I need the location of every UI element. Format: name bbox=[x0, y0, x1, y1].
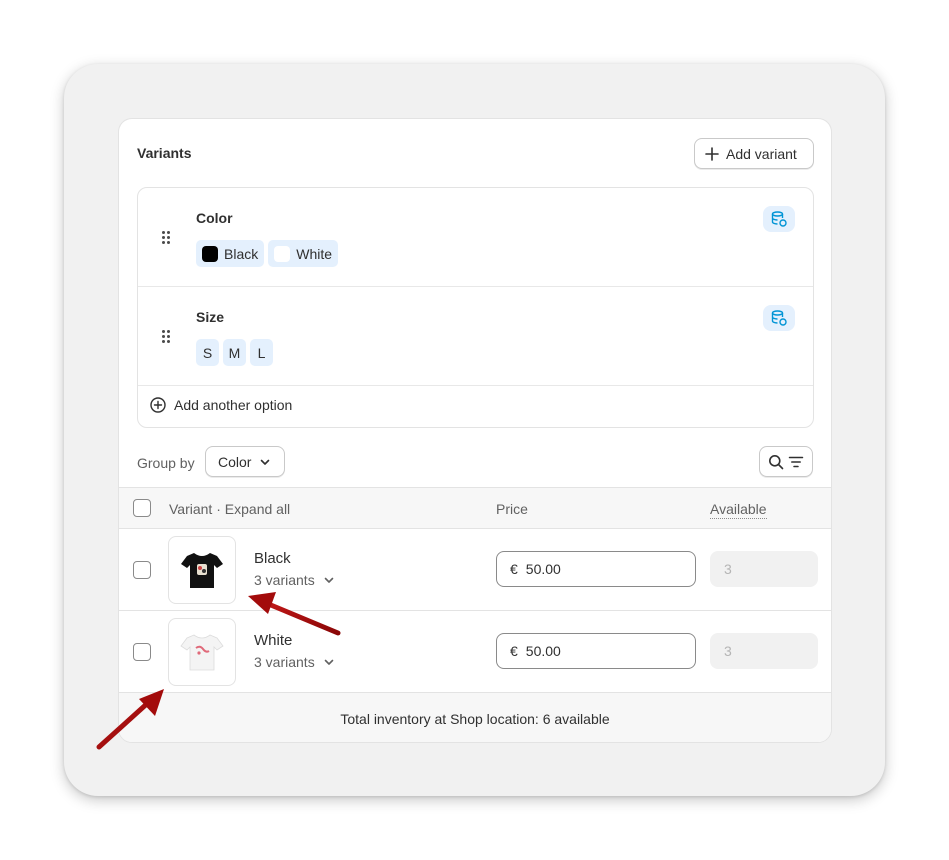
database-icon bbox=[771, 310, 787, 326]
price-value: 50.00 bbox=[525, 643, 561, 659]
option-value-chip: L bbox=[250, 339, 273, 366]
option-color-row[interactable]: Color Black White bbox=[138, 188, 813, 287]
add-variant-label: Add variant bbox=[726, 145, 797, 162]
variant-name: White bbox=[254, 632, 293, 649]
variant-column-header: Variant · Expand all bbox=[169, 501, 290, 517]
option-value-chip: White bbox=[268, 240, 339, 267]
table-row[interactable]: Black 3 variants € 50.00 3 bbox=[119, 529, 831, 611]
option-value-label: Black bbox=[224, 245, 259, 262]
option-value-chip: M bbox=[223, 339, 246, 366]
available-column-header[interactable]: Available bbox=[710, 501, 767, 519]
variant-count-toggle[interactable]: 3 variants bbox=[254, 572, 335, 588]
group-by-select[interactable]: Color bbox=[205, 446, 285, 477]
option-name: Size bbox=[196, 309, 225, 325]
option-value-chip: Black bbox=[196, 240, 265, 267]
option-value-label: White bbox=[296, 245, 333, 262]
card-title: Variants bbox=[137, 145, 192, 161]
variant-header-label: Variant bbox=[169, 501, 213, 517]
option-values: S M L bbox=[196, 339, 273, 366]
expand-all-link[interactable]: Expand all bbox=[225, 501, 290, 517]
available-input: 3 bbox=[710, 551, 818, 587]
option-value-chip: S bbox=[196, 339, 219, 366]
add-another-option-label: Add another option bbox=[174, 397, 293, 413]
option-size-row[interactable]: Size S M L bbox=[138, 287, 813, 386]
chevron-down-icon bbox=[324, 659, 334, 665]
variant-thumbnail[interactable] bbox=[168, 536, 236, 604]
search-icon bbox=[769, 454, 784, 469]
currency-symbol: € bbox=[510, 643, 518, 659]
database-icon bbox=[771, 211, 787, 227]
variants-card: Variants Add variant Color Black White S… bbox=[118, 118, 832, 743]
plus-circle-icon bbox=[150, 397, 166, 413]
filter-icon bbox=[788, 456, 804, 467]
drag-handle-icon[interactable] bbox=[162, 330, 172, 344]
price-value: 50.00 bbox=[525, 561, 561, 577]
variant-thumbnail[interactable] bbox=[168, 618, 236, 686]
search-filter-button[interactable] bbox=[759, 446, 813, 477]
add-another-option-button[interactable]: Add another option bbox=[150, 397, 292, 413]
variants-table-header: Variant · Expand all Price Available bbox=[119, 487, 831, 529]
option-values: Black White bbox=[196, 240, 339, 267]
select-all-checkbox[interactable] bbox=[133, 499, 151, 517]
variant-name: Black bbox=[254, 550, 291, 567]
color-swatch bbox=[202, 245, 218, 262]
chevron-down-icon bbox=[324, 577, 334, 583]
table-row[interactable]: White 3 variants € 50.00 3 bbox=[119, 611, 831, 693]
tshirt-image bbox=[180, 634, 224, 671]
group-by-label: Group by bbox=[137, 455, 195, 471]
price-input[interactable]: € 50.00 bbox=[496, 551, 696, 587]
plus-icon bbox=[705, 146, 719, 161]
add-variant-button[interactable]: Add variant bbox=[694, 138, 814, 169]
metafield-link-button[interactable] bbox=[763, 206, 795, 232]
currency-symbol: € bbox=[510, 561, 518, 577]
tshirt-image bbox=[181, 553, 223, 588]
inventory-total-footer: Total inventory at Shop location: 6 avai… bbox=[119, 693, 831, 742]
row-checkbox[interactable] bbox=[133, 561, 151, 579]
color-swatch bbox=[274, 245, 291, 262]
drag-handle-icon[interactable] bbox=[162, 231, 172, 245]
metafield-link-button[interactable] bbox=[763, 305, 795, 331]
available-input: 3 bbox=[710, 633, 818, 669]
header-separator: · bbox=[216, 501, 221, 517]
row-checkbox[interactable] bbox=[133, 643, 151, 661]
price-input[interactable]: € 50.00 bbox=[496, 633, 696, 669]
variant-count: 3 variants bbox=[254, 654, 315, 670]
price-column-header: Price bbox=[496, 501, 528, 517]
options-list: Color Black White Size S M L Add another… bbox=[137, 187, 814, 428]
group-by-value: Color bbox=[218, 453, 252, 470]
variant-count: 3 variants bbox=[254, 572, 315, 588]
variant-count-toggle[interactable]: 3 variants bbox=[254, 654, 335, 670]
chevron-down-icon bbox=[261, 459, 270, 465]
option-name: Color bbox=[196, 210, 233, 226]
